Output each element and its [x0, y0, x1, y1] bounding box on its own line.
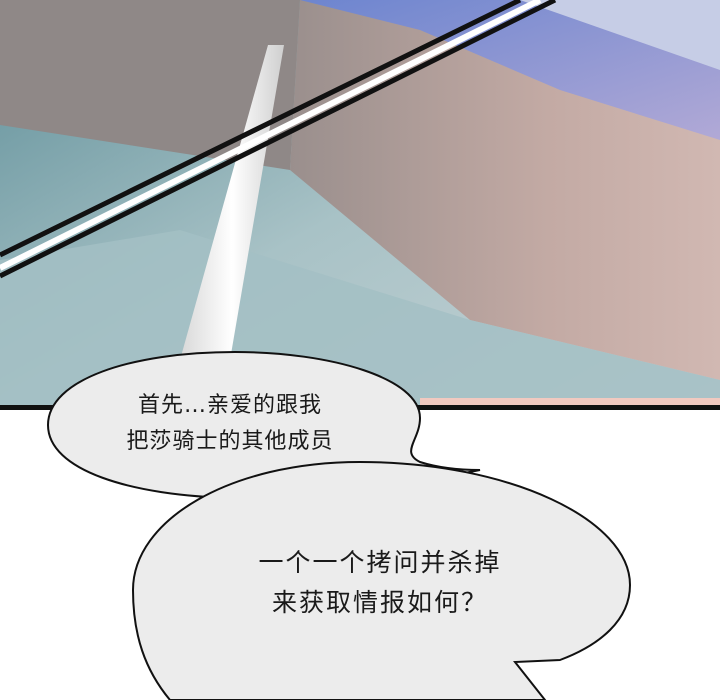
speech-bubble-1-text: 首先…亲爱的跟我 把莎骑士的其他成员 — [80, 388, 380, 460]
bubble-2-line-1: 一个一个拷问并杀掉 — [258, 548, 502, 577]
bubble-1-line-2: 把莎骑士的其他成员 — [126, 429, 334, 454]
speech-bubble-2-text: 一个一个拷问并杀掉 来获取情报如何？ — [200, 543, 560, 623]
bubble-2-line-2: 来获取情报如何？ — [271, 588, 488, 617]
bubble-1-line-1: 首先…亲爱的跟我 — [137, 393, 322, 418]
